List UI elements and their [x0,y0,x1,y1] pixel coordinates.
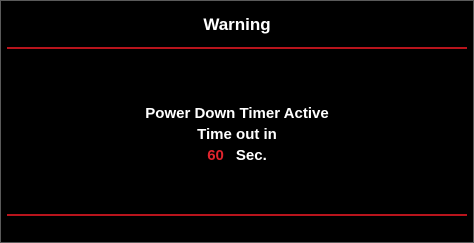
dialog-title: Warning [203,14,271,34]
countdown-value: 60 [207,147,224,164]
bottom-divider [7,214,467,216]
dialog-message: Power Down Timer Active Time out in 60 Se… [1,103,473,166]
title-divider [7,47,467,49]
warning-dialog: Warning Power Down Timer Active Time out… [0,0,474,243]
message-line-timeout: Time out in [197,126,277,143]
countdown-row: 60 Sec. [1,145,473,166]
message-line-timer-active: Power Down Timer Active [145,105,329,122]
countdown-unit: Sec. [235,147,267,164]
